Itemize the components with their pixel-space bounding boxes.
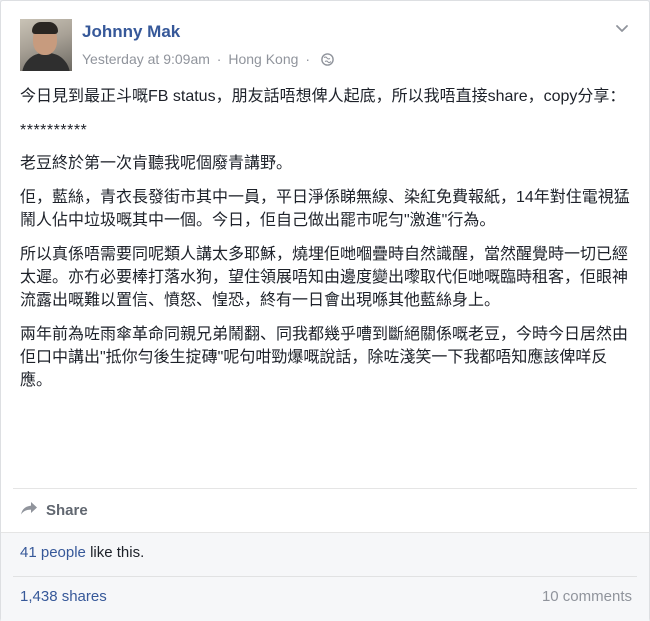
post-paragraph: 今日見到最正斗嘅FB status，朋友話唔想俾人起底，所以我唔直接share，… <box>20 88 626 105</box>
share-arrow-icon <box>20 501 38 520</box>
globe-icon[interactable] <box>321 53 334 69</box>
meta-separator: · <box>305 51 310 67</box>
likes-suffix: like this. <box>85 544 145 561</box>
post-header: Johnny Mak Yesterday at 9:09am · Hong Ko… <box>20 19 632 73</box>
likes-link[interactable]: 41 people <box>20 544 86 561</box>
share-button[interactable]: Share <box>20 497 88 523</box>
post-location[interactable]: Hong Kong <box>228 51 298 67</box>
footer-divider <box>13 576 637 577</box>
avatar-shoulders <box>22 53 70 71</box>
action-divider <box>13 488 637 489</box>
post-paragraph: 佢，藍絲，青衣長發街市其中一員，平日淨係睇無線、染紅免費報紙，14年對住電視猛鬧… <box>20 189 630 229</box>
shares-count[interactable]: 1,438 shares <box>20 588 107 605</box>
comments-count[interactable]: 10 comments <box>542 588 632 605</box>
post-body: 今日見到最正斗嘅FB status，朋友話唔想俾人起底，所以我唔直接share，… <box>20 85 632 403</box>
post-timestamp[interactable]: Yesterday at 9:09am <box>82 51 210 67</box>
meta-separator: · <box>216 51 222 67</box>
post-meta: Yesterday at 9:09am · Hong Kong · <box>82 51 334 69</box>
post-paragraph: 所以真係唔需要同呢類人講太多耶穌，燒埋佢哋嗰疊時自然識醒，當然醒覺時一切已經太遲… <box>20 246 629 309</box>
avatar[interactable] <box>20 19 72 71</box>
post-paragraph: 兩年前為咗雨傘革命同親兄弟鬧翻、同我都幾乎嘈到斷絕關係嘅老豆，今時今日居然由佢口… <box>20 326 629 389</box>
post-card: Johnny Mak Yesterday at 9:09am · Hong Ko… <box>0 0 650 621</box>
post-footer: 41 people like this. 1,438 shares 10 com… <box>1 532 649 621</box>
post-separator-stars: ********** <box>20 122 88 139</box>
author-name[interactable]: Johnny Mak <box>82 22 180 42</box>
likes-summary: 41 people like this. <box>20 544 144 561</box>
chevron-down-icon[interactable] <box>612 19 632 39</box>
avatar-hair <box>32 22 58 34</box>
post-paragraph: 老豆終於第一次肯聽我呢個廢青講野。 <box>20 155 293 172</box>
share-label: Share <box>46 501 88 519</box>
